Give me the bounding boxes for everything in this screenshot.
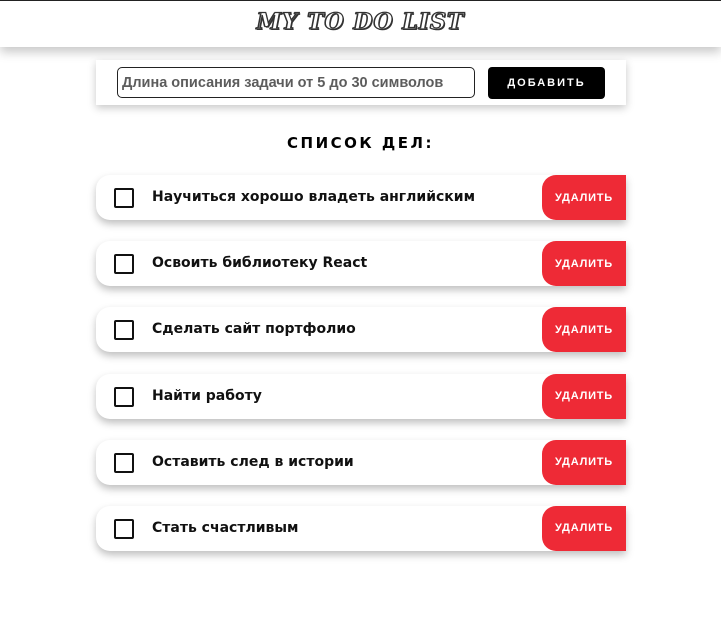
todo-item: Сделать сайт портфолио УДАЛИТЬ <box>96 307 626 353</box>
todo-checkbox[interactable] <box>114 386 134 407</box>
delete-button[interactable]: УДАЛИТЬ <box>542 241 626 287</box>
todo-checkbox[interactable] <box>114 254 134 275</box>
todo-item: Научиться хорошо владеть английским УДАЛ… <box>96 175 626 220</box>
todo-text: Освоить библиотеку React <box>152 255 368 272</box>
todo-text: Оставить след в истории <box>152 453 354 470</box>
delete-button[interactable]: УДАЛИТЬ <box>542 439 626 485</box>
add-button[interactable]: ДОБАВИТЬ <box>488 67 605 99</box>
delete-button[interactable]: УДАЛИТЬ <box>542 373 626 419</box>
delete-button[interactable]: УДАЛИТЬ <box>542 307 626 353</box>
app-header: My To Do List <box>0 0 721 47</box>
list-title: СПИСОК ДЕЛ: <box>287 134 434 152</box>
todo-checkbox[interactable] <box>114 518 134 539</box>
todo-text: Сделать сайт портфолио <box>152 321 356 338</box>
todo-text: Найти работу <box>152 387 262 404</box>
todo-item: Освоить библиотеку React УДАЛИТЬ <box>96 241 626 287</box>
todo-item: Найти работу УДАЛИТЬ <box>96 373 626 419</box>
delete-button[interactable]: УДАЛИТЬ <box>542 505 626 551</box>
delete-button[interactable]: УДАЛИТЬ <box>542 175 626 220</box>
todo-item: Стать счастливым УДАЛИТЬ <box>96 505 626 551</box>
todo-checkbox[interactable] <box>114 188 134 208</box>
task-input[interactable] <box>117 67 475 98</box>
todo-item: Оставить след в истории УДАЛИТЬ <box>96 439 626 485</box>
todo-checkbox[interactable] <box>114 452 134 473</box>
todo-text: Научиться хорошо владеть английским <box>152 189 476 205</box>
todo-text: Стать счастливым <box>152 519 299 536</box>
todo-checkbox[interactable] <box>114 320 134 341</box>
app-title: My To Do List <box>256 8 465 35</box>
todo-list: Научиться хорошо владеть английским УДАЛ… <box>96 175 626 572</box>
add-task-form: ДОБАВИТЬ <box>96 60 626 105</box>
